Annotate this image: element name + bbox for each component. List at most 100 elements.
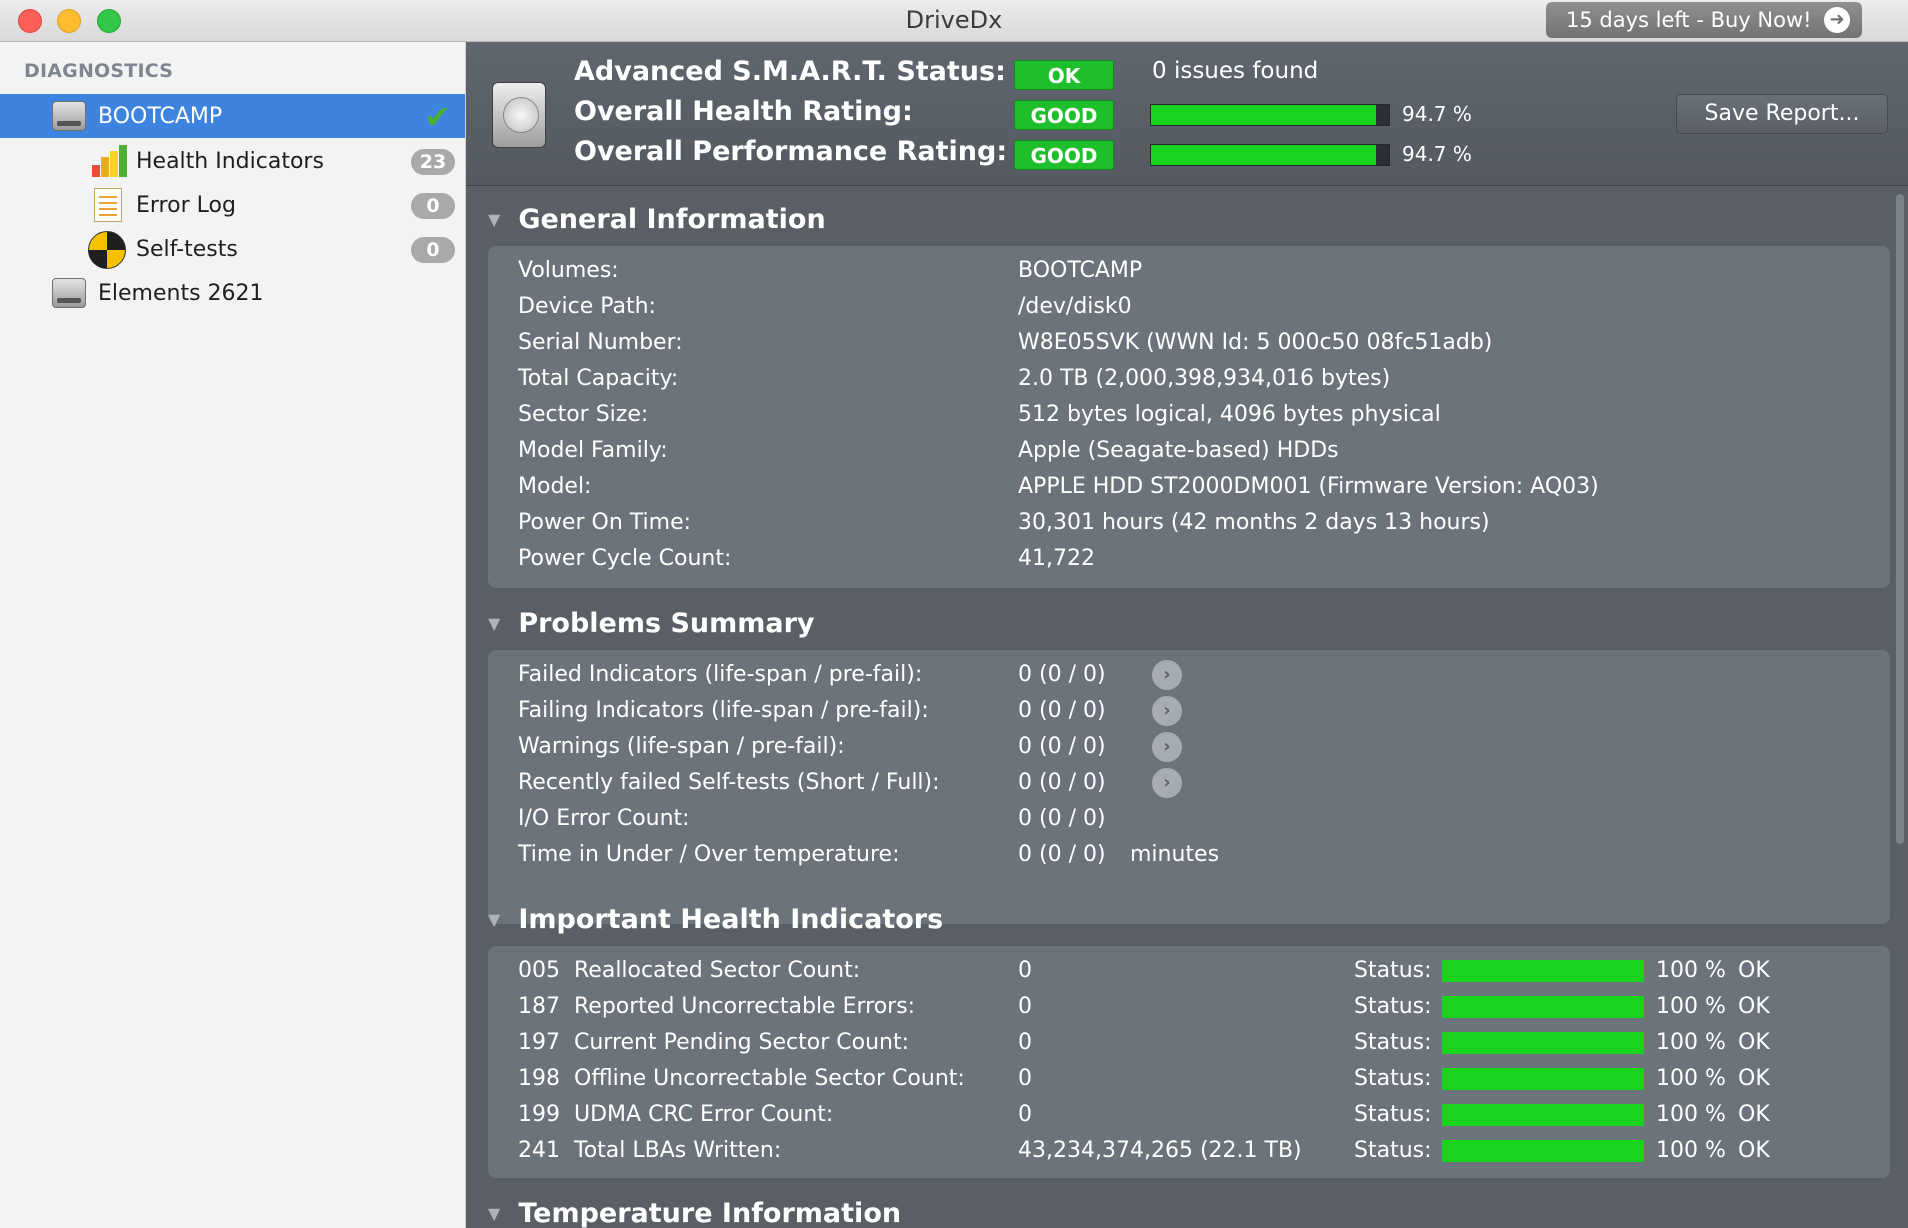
status-state: OK (1738, 958, 1770, 983)
problem-label: Warnings (life-span / pre-fail): (518, 734, 845, 759)
minimize-window-button[interactable] (57, 9, 81, 33)
status-state: OK (1738, 1066, 1770, 1091)
status-percent: 100 % (1656, 958, 1726, 983)
chevron-right-icon[interactable]: › (1152, 660, 1182, 690)
attribute-value: 0 (1018, 1066, 1032, 1091)
sidebar-item-label: Health Indicators (136, 148, 324, 174)
chevron-right-icon[interactable]: › (1152, 696, 1182, 726)
sidebar-item-label: Error Log (136, 192, 236, 218)
problem-label: Time in Under / Over temperature: (518, 842, 900, 867)
problem-label: Recently failed Self-tests (Short / Full… (518, 770, 940, 795)
test-target-icon (88, 231, 126, 269)
attribute-id: 198 (518, 1066, 560, 1091)
close-window-button[interactable] (18, 9, 42, 33)
status-label: Status: (1354, 1030, 1432, 1055)
info-label: Model Family: (518, 438, 668, 463)
status-bar (1442, 960, 1644, 982)
sidebar-item-label: Elements 2621 (98, 280, 264, 306)
sidebar-item-health-indicators[interactable]: Health Indicators 23 (0, 139, 465, 183)
status-state: OK (1738, 1030, 1770, 1055)
info-value: /dev/disk0 (1018, 294, 1132, 319)
attribute-id: 187 (518, 994, 560, 1019)
problems-summary-panel: Failed Indicators (life-span / pre-fail)… (488, 650, 1890, 924)
info-value: 30,301 hours (42 months 2 days 13 hours) (1018, 510, 1490, 535)
health-rating-label: Overall Health Rating: (574, 96, 913, 127)
arrow-right-icon: ➜ (1824, 7, 1850, 33)
hard-drive-icon (492, 82, 546, 148)
section-title: Problems Summary (518, 608, 815, 639)
section-problems-summary[interactable]: ▼ Problems Summary (488, 608, 815, 639)
sidebar-item-label: BOOTCAMP (98, 103, 223, 129)
status-state: OK (1738, 994, 1770, 1019)
buy-now-button[interactable]: 15 days left - Buy Now! ➜ (1546, 2, 1862, 38)
status-state: OK (1738, 1102, 1770, 1127)
attribute-value: 0 (1018, 994, 1032, 1019)
status-bar (1442, 1104, 1644, 1126)
zoom-window-button[interactable] (97, 9, 121, 33)
section-title: General Information (518, 204, 826, 235)
hard-drive-icon (52, 278, 86, 308)
status-bar (1442, 1068, 1644, 1090)
status-percent: 100 % (1656, 1066, 1726, 1091)
health-rating-bar (1150, 104, 1390, 126)
status-bar-fill (1442, 1032, 1644, 1054)
sidebar-item-self-tests[interactable]: Self-tests 0 (0, 227, 465, 271)
sidebar-item-error-log[interactable]: Error Log 0 (0, 183, 465, 227)
problem-value: 0 (0 / 0) (1018, 734, 1106, 759)
status-bar-fill (1442, 1140, 1644, 1162)
info-value: W8E05SVK (WWN Id: 5 000c50 08fc51adb) (1018, 330, 1493, 355)
health-rating-bar-fill (1151, 105, 1377, 125)
info-value: 512 bytes logical, 4096 bytes physical (1018, 402, 1441, 427)
section-temperature-information[interactable]: ▼ Temperature Information (488, 1198, 901, 1228)
info-label: Power Cycle Count: (518, 546, 732, 571)
section-general-information[interactable]: ▼ General Information (488, 204, 826, 235)
hard-drive-icon (52, 101, 86, 131)
info-label: Sector Size: (518, 402, 649, 427)
status-percent: 100 % (1656, 1030, 1726, 1055)
disclosure-triangle-icon: ▼ (488, 1204, 501, 1223)
status-bar (1442, 1140, 1644, 1162)
problem-label: Failing Indicators (life-span / pre-fail… (518, 698, 929, 723)
sidebar: DIAGNOSTICS BOOTCAMP ✔ Health Indicators… (0, 42, 466, 1228)
info-label: Model: (518, 474, 592, 499)
attribute-name: Reported Uncorrectable Errors: (574, 994, 916, 1019)
attribute-name: Offline Uncorrectable Sector Count: (574, 1066, 965, 1091)
info-value: APPLE HDD ST2000DM001 (Firmware Version:… (1018, 474, 1599, 499)
sidebar-item-bootcamp[interactable]: BOOTCAMP ✔ (0, 94, 465, 138)
status-label: Status: (1354, 994, 1432, 1019)
status-label: Status: (1354, 958, 1432, 983)
status-bar-fill (1442, 960, 1644, 982)
info-label: Device Path: (518, 294, 656, 319)
buy-now-label: 15 days left - Buy Now! (1566, 8, 1812, 32)
attribute-name: UDMA CRC Error Count: (574, 1102, 834, 1127)
bar-chart-icon (92, 145, 127, 177)
section-title: Temperature Information (518, 1198, 902, 1228)
attribute-value: 0 (1018, 1030, 1032, 1055)
count-badge: 23 (411, 149, 455, 175)
info-label: Total Capacity: (518, 366, 679, 391)
status-bar (1442, 996, 1644, 1018)
attribute-name: Current Pending Sector Count: (574, 1030, 910, 1055)
vertical-scrollbar[interactable] (1896, 194, 1904, 844)
sidebar-item-elements-2621[interactable]: Elements 2621 (0, 271, 465, 315)
performance-rating-bar (1150, 144, 1390, 166)
attribute-name: Total LBAs Written: (574, 1138, 782, 1163)
main-panel: Advanced S.M.A.R.T. Status: OK 0 issues … (466, 42, 1908, 1228)
chevron-right-icon[interactable]: › (1152, 732, 1182, 762)
performance-rating-badge: GOOD (1014, 140, 1114, 170)
sidebar-header: DIAGNOSTICS (24, 60, 174, 82)
attribute-name: Reallocated Sector Count: (574, 958, 861, 983)
save-report-button[interactable]: Save Report... (1676, 94, 1888, 134)
info-label: Power On Time: (518, 510, 692, 535)
health-rating-percent: 94.7 % (1402, 102, 1472, 126)
status-bar (1442, 1032, 1644, 1054)
info-label: Serial Number: (518, 330, 683, 355)
document-icon (94, 188, 122, 222)
attribute-id: 241 (518, 1138, 560, 1163)
attribute-id: 199 (518, 1102, 560, 1127)
chevron-right-icon[interactable]: › (1152, 768, 1182, 798)
status-bar-fill (1442, 1068, 1644, 1090)
health-rating-badge: GOOD (1014, 100, 1114, 130)
section-health-indicators[interactable]: ▼ Important Health Indicators (488, 904, 943, 935)
attribute-id: 197 (518, 1030, 560, 1055)
